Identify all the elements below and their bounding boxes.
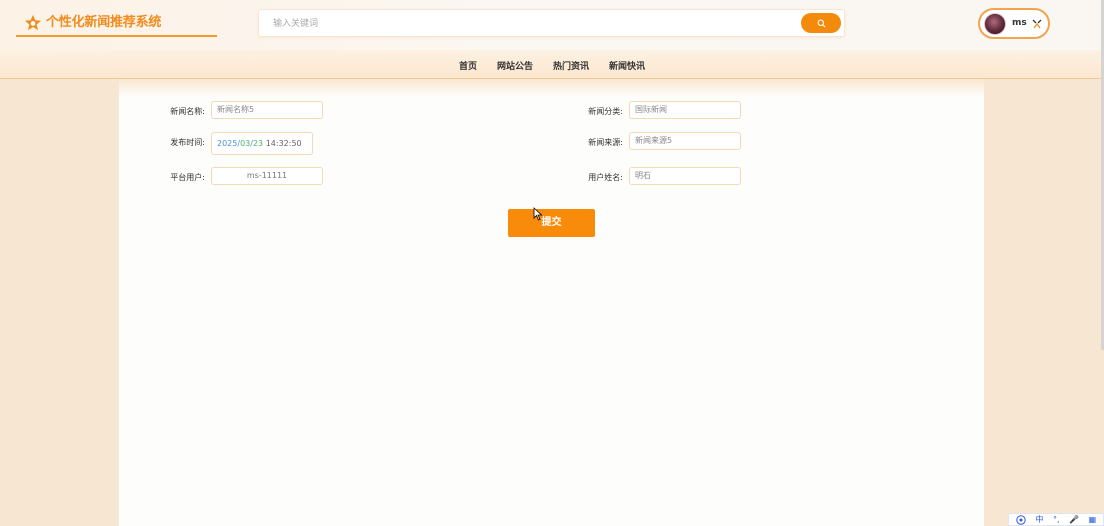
- avatar[interactable]: [984, 13, 1006, 35]
- user-name: ms: [1012, 18, 1027, 28]
- news-source-label: 新闻来源:: [588, 138, 623, 147]
- star-logo-icon: [24, 14, 42, 31]
- logout-icon[interactable]: [1031, 18, 1043, 30]
- nav-item-hot-news[interactable]: 热门资讯: [553, 59, 589, 72]
- search-bar: [258, 9, 845, 37]
- ime-mic-icon[interactable]: 🎤: [1069, 514, 1079, 525]
- ime-grid-icon[interactable]: ▦: [1089, 514, 1097, 525]
- news-source-field[interactable]: 新闻来源5: [629, 132, 741, 150]
- brand[interactable]: 个性化新闻推荐系统: [16, 12, 217, 37]
- publish-day: 23: [252, 139, 264, 148]
- user-menu[interactable]: ms: [978, 8, 1050, 39]
- top-header: 个性化新闻推荐系统 ms: [0, 0, 1104, 50]
- ime-punctuation-icon[interactable]: °,: [1053, 514, 1060, 525]
- news-name-field[interactable]: 新闻名称5: [211, 101, 323, 119]
- user-name-field[interactable]: 明石: [629, 167, 741, 185]
- news-category-label: 新闻分类:: [588, 107, 623, 116]
- platform-user-label: 平台用户:: [170, 173, 205, 182]
- publish-time-label: 发布时间:: [170, 138, 205, 147]
- publish-time-field[interactable]: 2025/03/23 14:32:50: [211, 132, 313, 155]
- search-button[interactable]: [801, 13, 841, 33]
- ime-toolbar: 中 °, 🎤 ▦: [1008, 513, 1104, 526]
- publish-year: 2025: [217, 139, 238, 148]
- news-category-field[interactable]: 国际新闻: [629, 101, 741, 119]
- ime-logo-icon[interactable]: [1016, 514, 1026, 525]
- mouse-cursor-icon: [533, 207, 543, 221]
- ime-mode-chinese[interactable]: 中: [1035, 514, 1043, 525]
- nav-item-announcements[interactable]: 网站公告: [497, 59, 533, 72]
- search-input[interactable]: [267, 14, 787, 34]
- submit-button[interactable]: 提交: [508, 209, 595, 237]
- news-name-label: 新闻名称:: [170, 107, 205, 116]
- main-nav: 首页 网站公告 热门资讯 新闻快讯: [0, 50, 1104, 79]
- publish-month: 03: [240, 139, 251, 148]
- search-icon: [817, 19, 825, 27]
- brand-title: 个性化新闻推荐系统: [46, 15, 162, 30]
- user-name-label: 用户姓名:: [588, 173, 623, 182]
- publish-clock: 14:32:50: [265, 139, 302, 148]
- nav-item-home[interactable]: 首页: [459, 59, 477, 72]
- nav-item-news-flash[interactable]: 新闻快讯: [609, 59, 645, 72]
- platform-user-field[interactable]: ms-11111: [211, 167, 323, 185]
